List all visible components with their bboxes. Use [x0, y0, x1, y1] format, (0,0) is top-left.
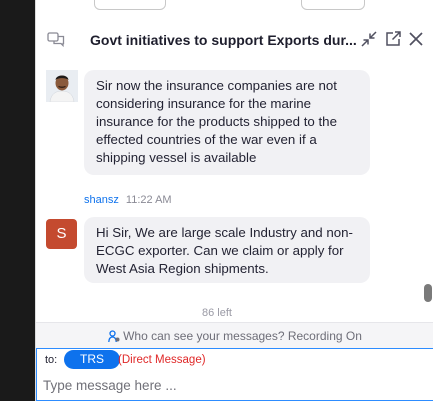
privacy-banner[interactable]: Who can see your messages? Recording On: [36, 322, 433, 349]
privacy-text: Who can see your messages? Recording On: [123, 329, 362, 343]
collapse-icon[interactable]: [360, 30, 378, 48]
partial-text: 86 left: [202, 307, 232, 319]
scrollbar-thumb[interactable]: [424, 284, 432, 302]
message-bubble[interactable]: Sir now the insurance companies are not …: [84, 70, 370, 175]
message-list[interactable]: Sir now the insurance companies are not …: [36, 56, 433, 322]
popout-icon[interactable]: [384, 30, 402, 48]
chat-panel: Govt initiatives to support Exports dur.…: [35, 0, 433, 401]
left-dark-strip: [0, 0, 35, 401]
top-toolbar-partial: [36, 0, 433, 10]
chat-header: Govt initiatives to support Exports dur.…: [36, 26, 433, 54]
recipient-selector[interactable]: TRS: [64, 350, 120, 369]
chat-title: Govt initiatives to support Exports dur.…: [90, 32, 357, 48]
compose-box: to: TRS (Direct Message): [36, 348, 433, 401]
sender-name[interactable]: shansz: [84, 194, 119, 206]
privacy-icon: [108, 330, 120, 343]
direct-message-label: (Direct Message): [118, 354, 206, 366]
message-input[interactable]: [41, 373, 425, 397]
close-icon[interactable]: [407, 30, 425, 48]
top-button-left[interactable]: [94, 0, 166, 10]
top-button-right[interactable]: [301, 0, 365, 10]
message-bubble[interactable]: Hi Sir, We are large scale Industry and …: [84, 217, 370, 283]
message-time: 11:22 AM: [125, 194, 172, 206]
avatar-letter[interactable]: S: [46, 219, 77, 249]
to-label: to:: [45, 354, 58, 366]
chat-icon: [46, 30, 66, 50]
avatar[interactable]: [46, 70, 78, 103]
message-meta: shansz 11:22 AM: [84, 194, 172, 206]
